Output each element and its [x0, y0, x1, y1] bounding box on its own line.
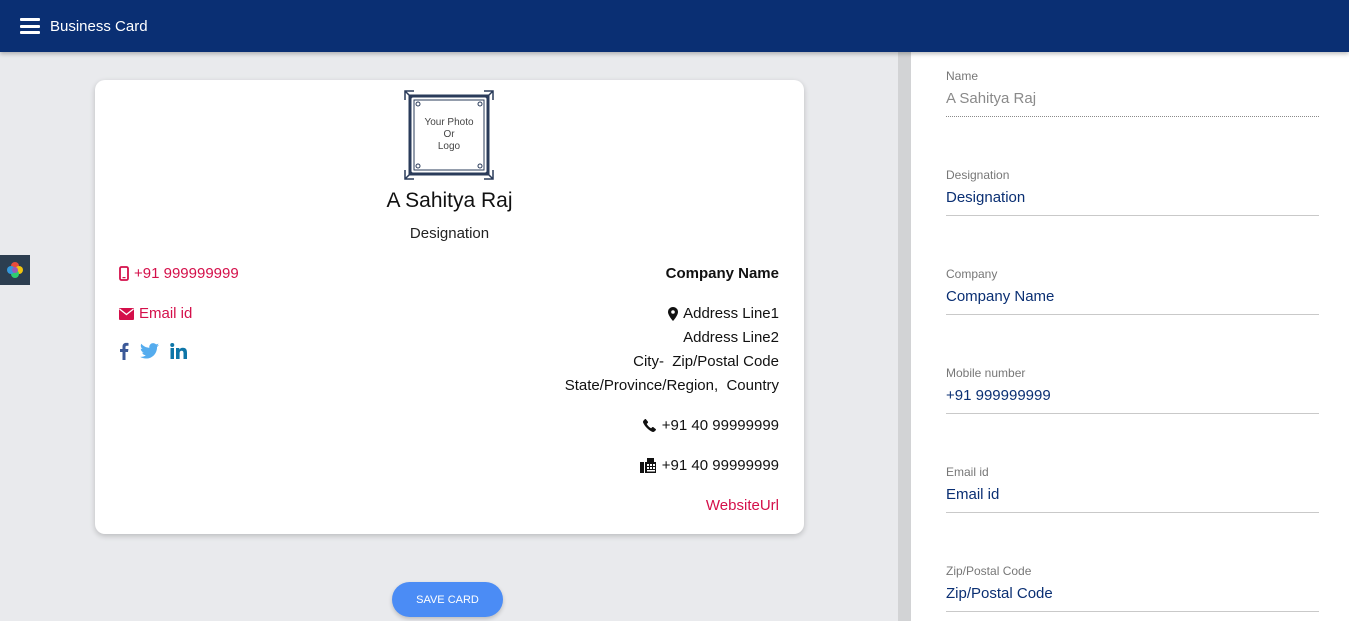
name-field: Name [946, 69, 1319, 119]
company-input[interactable] [946, 285, 1319, 307]
photo-logo-placeholder[interactable]: Your Photo Or Logo [404, 90, 494, 180]
card-website-link[interactable]: WebsiteUrl [706, 497, 779, 514]
zip-field-label: Zip/Postal Code [946, 564, 1032, 578]
app-header: Business Card [0, 0, 1349, 52]
company-field: Company [946, 267, 1319, 317]
email-field-label: Email id [946, 465, 989, 479]
card-mobile: +91 999999999 [119, 265, 239, 282]
card-form-pane: Name Designation Company Mobile number E… [911, 52, 1349, 621]
zip-input[interactable] [946, 582, 1319, 604]
field-underline [946, 314, 1319, 315]
field-underline [946, 413, 1319, 414]
designation-field-label: Designation [946, 168, 1010, 182]
company-field-label: Company [946, 267, 998, 281]
field-underline [946, 611, 1319, 612]
card-address-line1: Address Line1 [668, 305, 779, 322]
twitter-icon[interactable] [140, 343, 159, 359]
card-city-zip: City- Zip/Postal Code [633, 353, 779, 370]
business-card: Your Photo Or Logo A Sahitya Raj Designa… [95, 80, 804, 534]
email-field: Email id [946, 465, 1319, 515]
extension-widget-icon[interactable] [0, 255, 30, 285]
designation-field: Designation [946, 168, 1319, 218]
map-marker-icon [668, 306, 679, 321]
card-designation: Designation [409, 225, 490, 242]
card-person-name: A Sahitya Raj [386, 189, 513, 212]
mobile-field: Mobile number [946, 366, 1319, 416]
app-title: Business Card [50, 17, 148, 35]
zip-field: Zip/Postal Code [946, 564, 1319, 614]
facebook-icon[interactable] [119, 342, 129, 360]
card-address-line2: Address Line2 [683, 329, 779, 346]
name-input [946, 87, 1319, 109]
card-fax: +91 40 99999999 [639, 457, 779, 474]
fax-icon [639, 458, 656, 473]
mobile-input[interactable] [946, 384, 1319, 406]
mobile-icon [119, 266, 129, 281]
field-underline [946, 512, 1319, 513]
mobile-field-label: Mobile number [946, 366, 1026, 380]
linkedin-icon[interactable] [170, 343, 188, 359]
menu-icon[interactable] [20, 18, 40, 34]
card-state-country: State/Province/Region, Country [564, 377, 779, 394]
designation-input[interactable] [946, 186, 1319, 208]
field-underline [946, 215, 1319, 216]
card-company-name: Company Name [665, 265, 779, 282]
field-underline [946, 116, 1319, 117]
social-links [119, 342, 199, 360]
phone-icon [642, 419, 656, 432]
pane-divider[interactable] [898, 52, 911, 621]
logo-placeholder-text: Your Photo Or Logo [424, 117, 474, 152]
email-input[interactable] [946, 483, 1319, 505]
card-email: Email id [119, 305, 192, 322]
card-phone: +91 40 99999999 [642, 417, 779, 434]
save-card-button[interactable]: SAVE CARD [392, 582, 503, 617]
envelope-icon [119, 307, 134, 320]
name-field-label: Name [946, 69, 979, 83]
